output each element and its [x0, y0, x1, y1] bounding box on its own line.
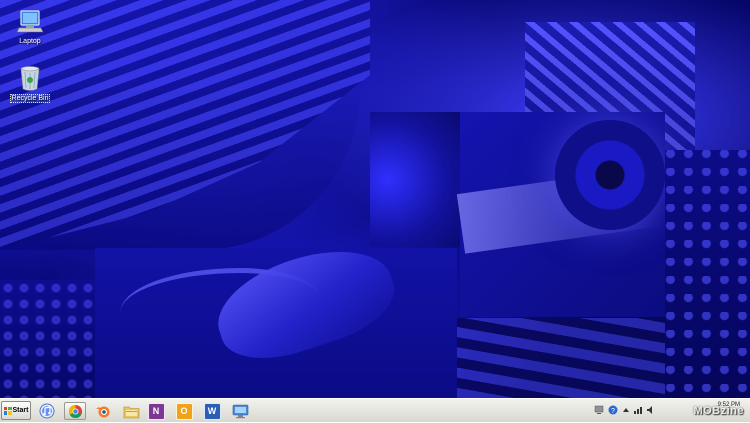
desktop-icon-recycle-bin[interactable]: Recycle Bin	[3, 64, 57, 103]
taskbar-outlook-button[interactable]: O	[173, 402, 195, 420]
itunes-icon	[39, 403, 55, 419]
blender-icon	[96, 406, 110, 418]
word-glyph: W	[207, 406, 217, 416]
onenote-glyph: N	[152, 406, 160, 416]
chrome-icon	[68, 404, 82, 418]
taskbar: Start N O W ? 9:52 PM MOBzine	[0, 398, 750, 422]
wallpaper-disc-edge-tile	[370, 112, 460, 247]
display-icon[interactable]	[594, 405, 604, 415]
remote-desktop-icon	[232, 404, 248, 418]
folder-icon	[123, 406, 139, 418]
taskbar-chrome-button[interactable]	[64, 402, 86, 420]
taskbar-explorer-button[interactable]	[120, 402, 142, 420]
system-tray: ? 9:52 PM MOBzine	[588, 399, 750, 423]
desktop-icon-label: Laptop	[19, 38, 41, 45]
volume-icon[interactable]	[646, 405, 656, 415]
taskbar-remote-desktop-button[interactable]	[229, 402, 251, 420]
desktop[interactable]: Laptop Recycle Bin	[0, 0, 750, 398]
start-button[interactable]: Start	[1, 401, 31, 420]
watermark-logo: MOBzine	[693, 405, 744, 417]
outlook-icon: O	[175, 402, 193, 420]
computer-icon	[16, 10, 44, 33]
taskbar-word-button[interactable]: W	[201, 402, 223, 420]
svg-text:?: ?	[611, 408, 615, 415]
word-icon: W	[203, 402, 221, 420]
show-hidden-icon[interactable]	[621, 405, 631, 415]
desktop-icon-label: Recycle Bin	[9, 94, 51, 103]
wallpaper-cd-disc	[555, 120, 665, 230]
start-label: Start	[12, 407, 29, 414]
taskbar-onenote-button[interactable]: N	[145, 402, 167, 420]
wallpaper-keys-left-tile	[0, 280, 95, 398]
onenote-icon: N	[147, 402, 165, 420]
desktop-icon-laptop[interactable]: Laptop	[3, 8, 57, 45]
help-icon[interactable]: ?	[608, 405, 618, 415]
network-icon[interactable]	[633, 405, 643, 415]
windows-flag-icon	[3, 406, 12, 415]
outlook-glyph: O	[180, 406, 188, 416]
taskbar-itunes-button[interactable]	[36, 402, 58, 420]
wallpaper-keys-right-tile	[665, 150, 750, 398]
wallpaper-bottom-tile	[457, 318, 665, 398]
taskbar-blender-button[interactable]	[92, 402, 114, 420]
recycle-bin-icon	[20, 66, 40, 91]
